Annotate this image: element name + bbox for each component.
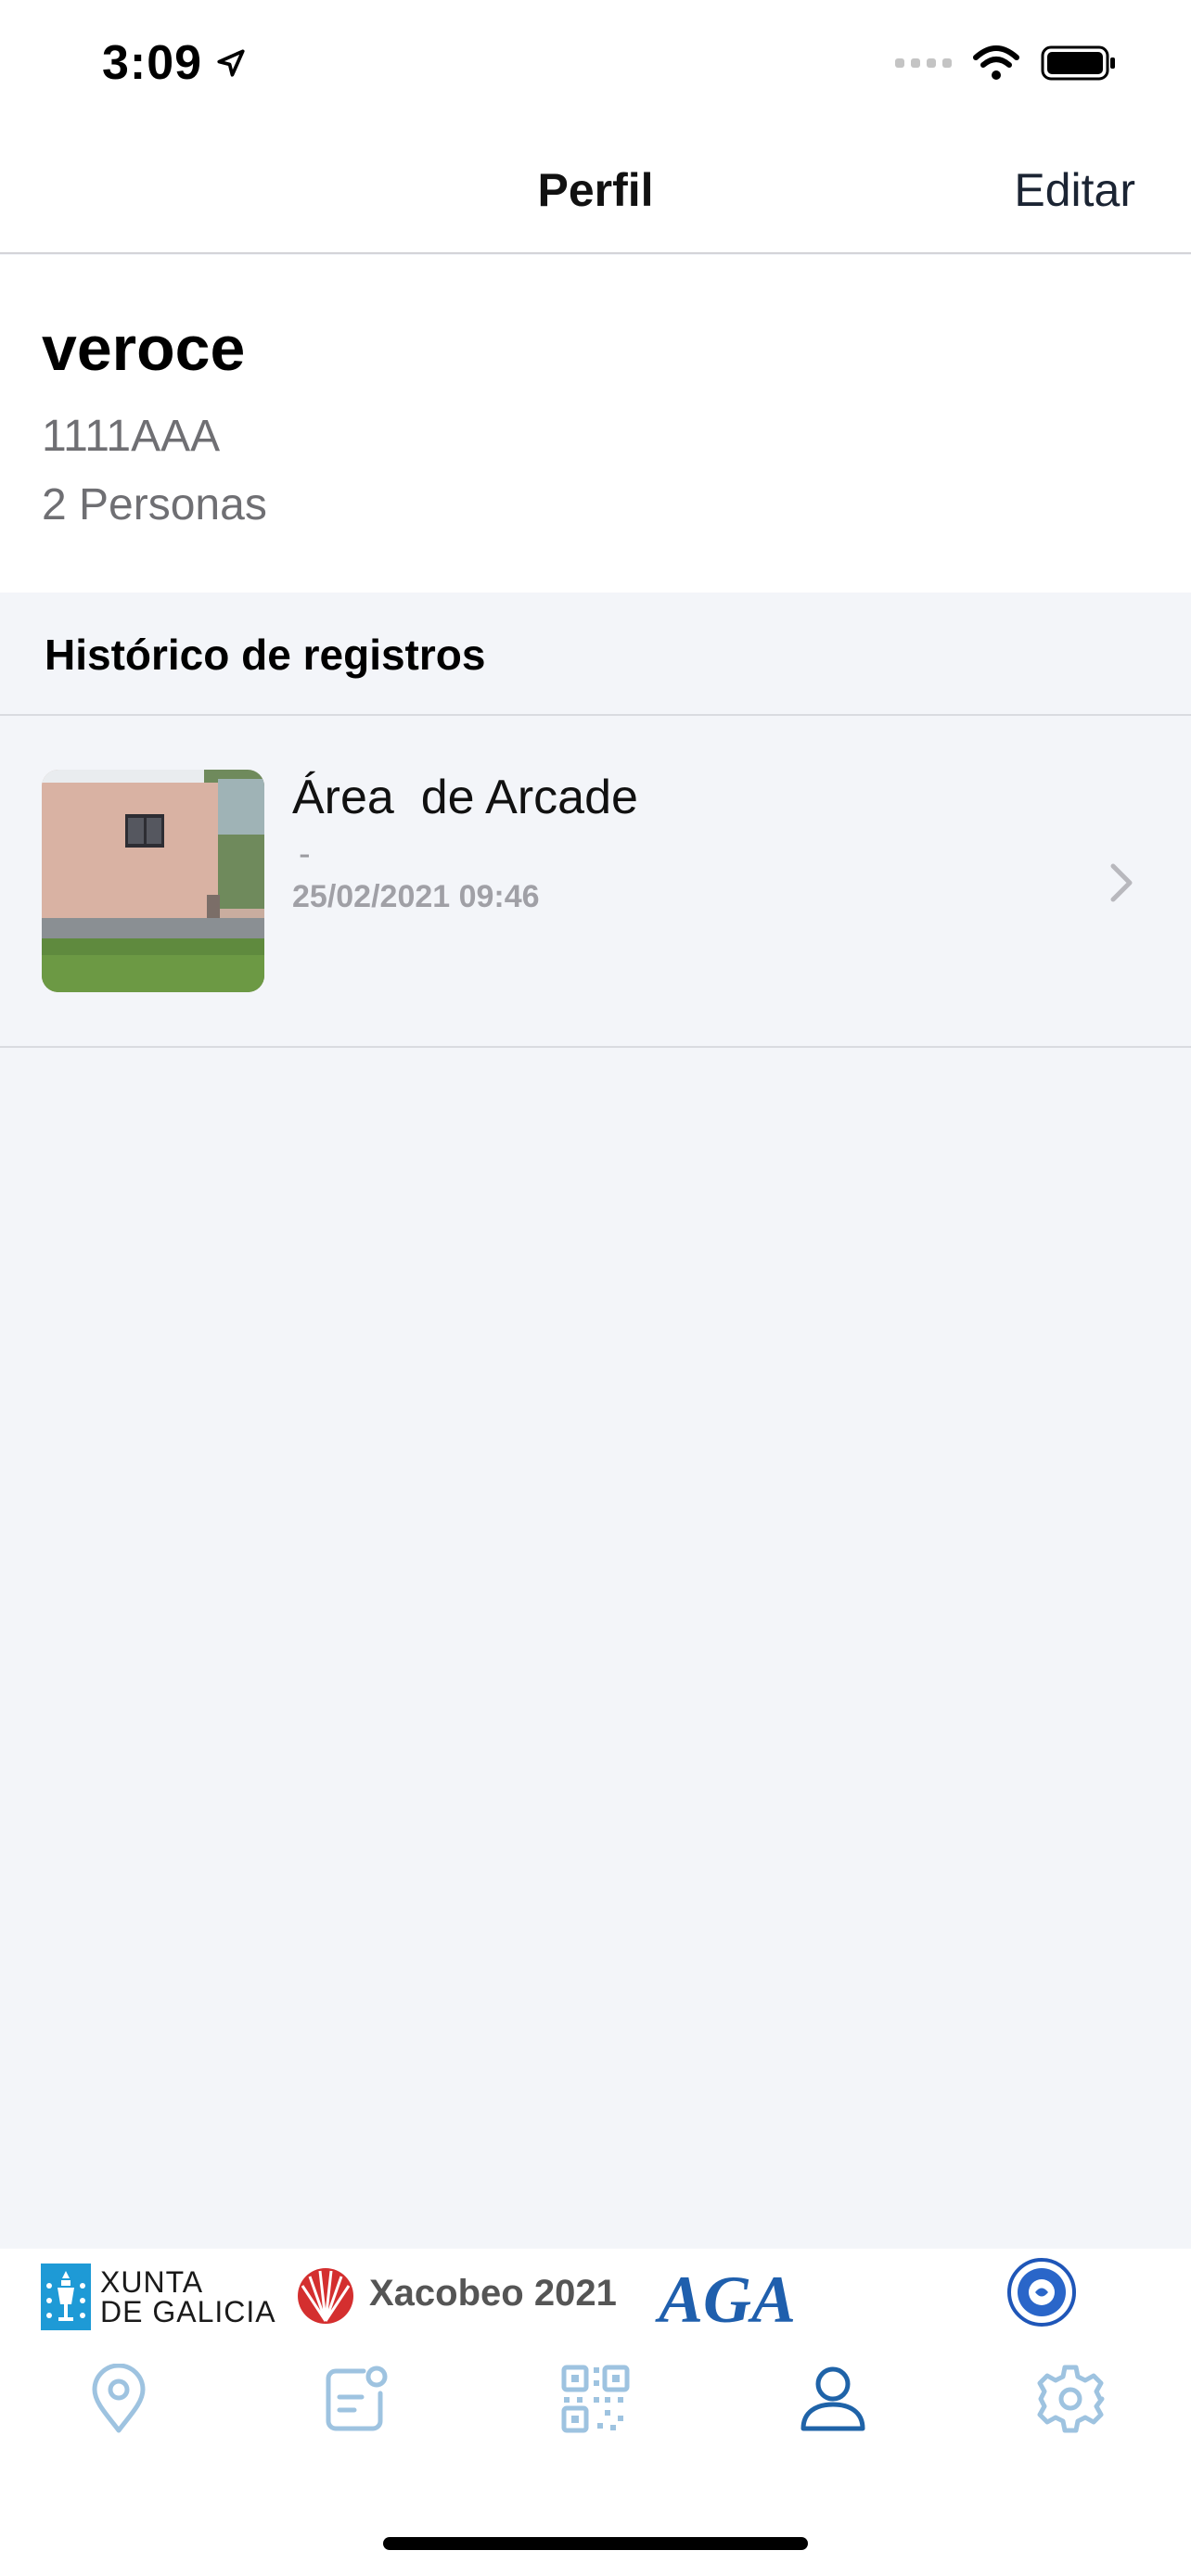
status-indicators [895, 45, 1117, 82]
xunta-line-1: XUNTA [100, 2265, 204, 2299]
xacobeo-logo-text: Xacobeo 2021 [369, 2273, 617, 2314]
status-time-group: 3:09 [102, 35, 247, 91]
notes-icon [326, 2366, 388, 2431]
record-datetime: 25/02/2021 09:46 [292, 879, 540, 914]
section-title: Histórico de registros [45, 631, 486, 679]
xunta-line-2: DE GALICIA [100, 2295, 276, 2328]
profile-header: veroce 1111AAA 2 Personas [0, 255, 1191, 593]
aga-logo: AGA [659, 2263, 797, 2337]
record-subtitle: - [299, 835, 311, 874]
page-title: Perfil [537, 164, 654, 216]
xunta-emblem-icon [41, 2264, 91, 2330]
seal-logo-icon [1007, 2258, 1076, 2327]
status-time: 3:09 [102, 36, 203, 90]
location-arrow-icon [217, 49, 245, 77]
xunta-logo-text: XUNTA DE GALICIA [100, 2267, 276, 2327]
tab-settings[interactable] [1033, 2362, 1108, 2436]
record-title: Área de Arcade [292, 771, 638, 824]
xacobeo-shell-icon [298, 2268, 353, 2324]
gear-icon [1037, 2365, 1105, 2433]
home-indicator[interactable] [383, 2537, 808, 2550]
profile-name: veroce [42, 313, 246, 384]
cellular-signal-icon [895, 58, 952, 68]
record-thumbnail [42, 770, 264, 992]
profile-people-count: 2 Personas [42, 480, 267, 529]
navigation-bar: Perfil Editar [0, 130, 1191, 254]
battery-icon [1041, 45, 1115, 81]
edit-button[interactable]: Editar [1014, 163, 1135, 217]
user-icon [800, 2366, 865, 2431]
list-item[interactable]: Área de Arcade - 25/02/2021 09:46 [0, 716, 1191, 1048]
qr-code-icon [561, 2365, 630, 2433]
wifi-icon [973, 45, 1019, 80]
profile-plate: 1111AAA [42, 412, 221, 461]
sponsor-logos: XUNTA DE GALICIA Xacobeo 2021 AGA [0, 2249, 1191, 2341]
tab-profile[interactable] [796, 2362, 870, 2436]
tab-map[interactable] [82, 2362, 156, 2436]
history-section-header: Histórico de registros [0, 593, 1191, 716]
tab-qr-scan[interactable] [558, 2362, 633, 2436]
location-pin-icon [92, 2364, 146, 2433]
status-bar: 3:09 [0, 0, 1191, 130]
chevron-right-icon [1110, 863, 1133, 902]
tab-notes[interactable] [319, 2362, 393, 2436]
